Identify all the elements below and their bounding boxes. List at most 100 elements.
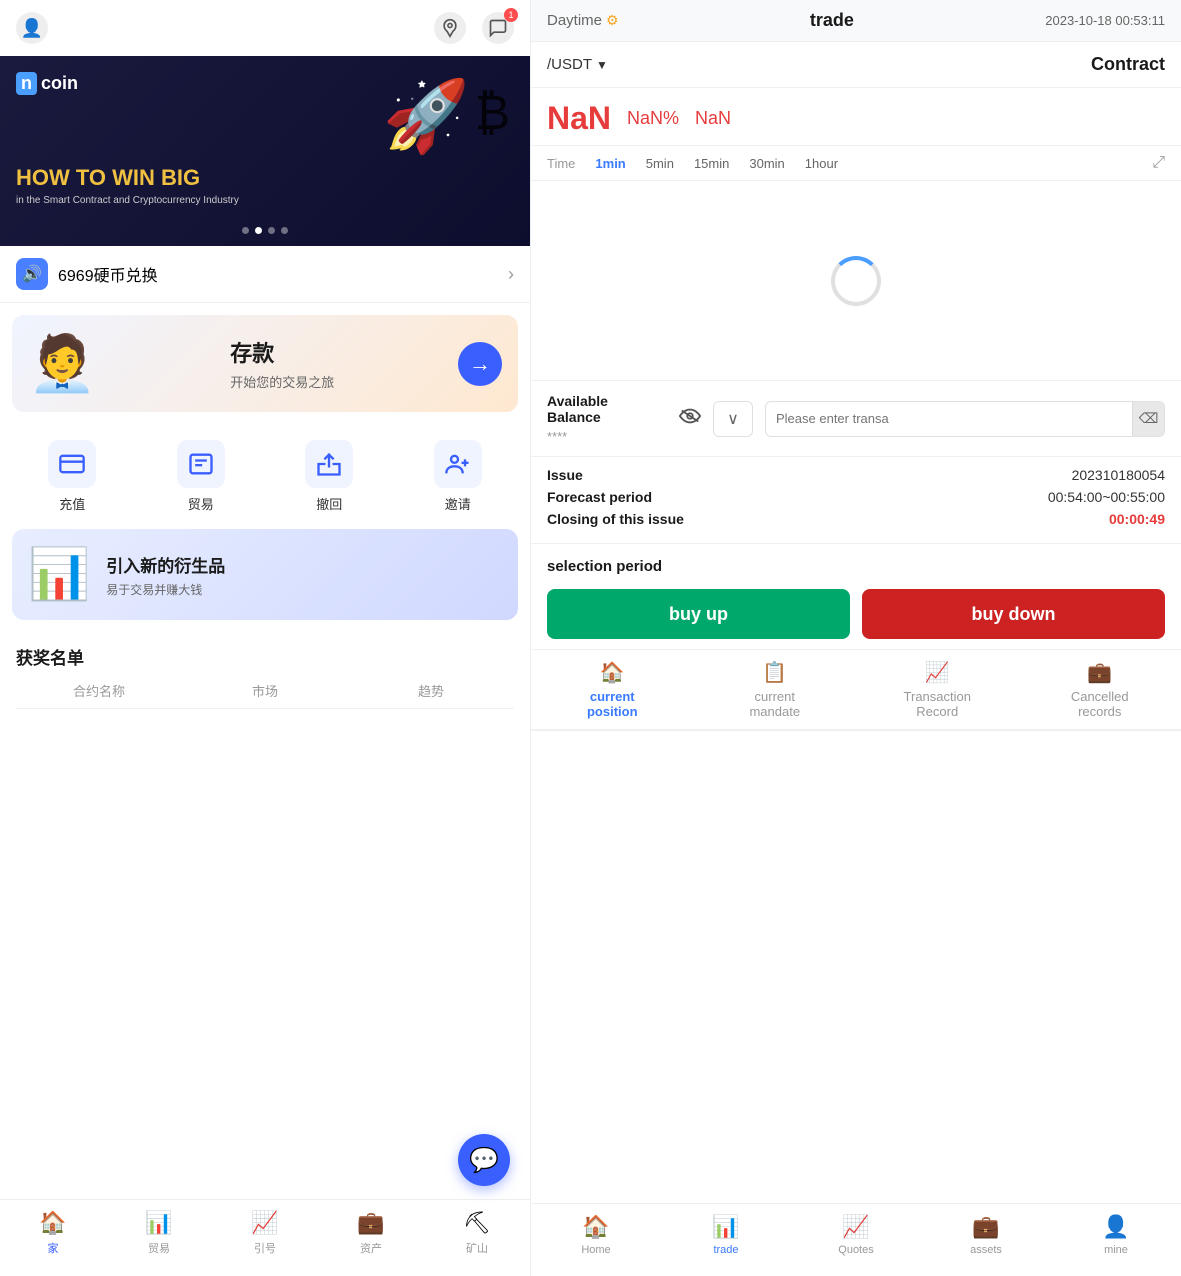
selection-section: selection period buy up buy down xyxy=(531,544,1181,650)
right-nav-trade[interactable]: 📊 trade xyxy=(661,1214,791,1256)
banner-rocket: 🚀 xyxy=(383,76,470,158)
closing-row: Closing of this issue 00:00:49 xyxy=(547,511,1165,527)
time-tabs: Time 1min 5min 15min 30min 1hour ⤢ xyxy=(531,146,1181,181)
banner-text: HOW TO WIN BIG in the Smart Contract and… xyxy=(16,165,239,206)
bitcoin-icon: ₿ xyxy=(474,86,510,141)
col-trend: 趋势 xyxy=(348,681,514,700)
right-quotes-label: Quotes xyxy=(838,1244,873,1256)
deposit-card-text: 存款 开始您的交易之旅 xyxy=(230,336,334,391)
trade-header: /USDT ▼ Contract xyxy=(531,42,1181,88)
float-chat-button[interactable]: 💬 xyxy=(458,1134,510,1186)
left-nav-signals[interactable]: 📈 引号 xyxy=(212,1210,318,1256)
right-mine-label: mine xyxy=(1104,1244,1128,1256)
left-nav-trade[interactable]: 📊 贸易 xyxy=(106,1210,212,1256)
position-tab-label: currentposition xyxy=(587,689,638,719)
tab-transaction-record[interactable]: 📈 TransactionRecord xyxy=(856,660,1019,729)
input-clear-button[interactable]: ⌫ xyxy=(1132,401,1164,437)
left-nav-assets[interactable]: 💼 资产 xyxy=(318,1210,424,1256)
left-nav-home[interactable]: 🏠 家 xyxy=(0,1210,106,1256)
right-nav-assets[interactable]: 💼 assets xyxy=(921,1214,1051,1256)
right-quotes-icon: 📈 xyxy=(842,1214,869,1240)
time-label: Time xyxy=(547,156,575,171)
col-market: 市场 xyxy=(182,681,348,700)
selection-title: selection period xyxy=(547,558,1165,575)
right-trade-label: trade xyxy=(713,1244,738,1256)
cancelled-tab-icon: 💼 xyxy=(1087,660,1112,685)
nav-recharge[interactable]: 充值 xyxy=(48,440,96,513)
forecast-label: Forecast period xyxy=(547,489,652,505)
mine-label: 矿山 xyxy=(466,1240,488,1256)
cancelled-tab-label: Cancelledrecords xyxy=(1071,689,1129,719)
issue-value: 202310180054 xyxy=(1072,467,1165,483)
sun-icon: ⚙ xyxy=(606,12,619,29)
derivatives-illustration: 📊 xyxy=(28,545,90,604)
assets-label: 资产 xyxy=(360,1240,382,1256)
price-secondary-value: NaN xyxy=(695,108,731,129)
expand-chart-icon[interactable]: ⤢ xyxy=(1152,154,1165,172)
right-assets-icon: 💼 xyxy=(972,1214,999,1240)
nav-icons-row: 充值 贸易 撤回 xyxy=(0,424,530,529)
left-panel: 👤 1 n coin HOW TO WIN BIG in the Sm xyxy=(0,0,530,1276)
trade-nav-label: 贸易 xyxy=(148,1240,170,1256)
tab-30min[interactable]: 30min xyxy=(749,156,784,171)
banner: n coin HOW TO WIN BIG in the Smart Contr… xyxy=(0,56,530,246)
issue-info: Issue 202310180054 Forecast period 00:54… xyxy=(531,457,1181,544)
user-avatar[interactable]: 👤 xyxy=(16,12,48,44)
right-panel: Daytime ⚙ trade 2023-10-18 00:53:11 /USD… xyxy=(530,0,1181,1276)
price-display: NaN NaN% NaN xyxy=(531,88,1181,146)
daytime-label: Daytime xyxy=(547,12,602,29)
nav-trade[interactable]: 贸易 xyxy=(177,440,225,513)
tab-current-position[interactable]: 🏠 currentposition xyxy=(531,660,694,729)
tab-5min[interactable]: 5min xyxy=(646,156,674,171)
derivatives-banner[interactable]: 📊 引入新的衍生品 易于交易并赚大钱 xyxy=(12,529,518,620)
trade-label: 贸易 xyxy=(188,494,214,513)
announcement-bar[interactable]: 🔊 6969硬币兑换 › xyxy=(0,246,530,303)
dot-1[interactable] xyxy=(242,227,249,234)
right-trade-icon: 📊 xyxy=(712,1214,739,1240)
right-nav-home[interactable]: 🏠 Home xyxy=(531,1214,661,1256)
tab-cancelled-records[interactable]: 💼 Cancelledrecords xyxy=(1019,660,1181,729)
recharge-label: 充值 xyxy=(59,494,85,513)
tab-current-mandate[interactable]: 📋 currentmandate xyxy=(694,660,857,729)
right-bottom-nav: 🏠 Home 📊 trade 📈 Quotes 💼 assets 👤 mine xyxy=(531,1203,1181,1276)
buy-up-button[interactable]: buy up xyxy=(547,589,850,639)
position-tabs: 🏠 currentposition 📋 currentmandate 📈 Tra… xyxy=(531,650,1181,731)
mandate-tab-icon: 📋 xyxy=(762,660,787,685)
deposit-card[interactable]: 🧑‍💼 存款 开始您的交易之旅 → xyxy=(12,315,518,412)
issue-label: Issue xyxy=(547,467,583,483)
nav-invite[interactable]: 邀请 xyxy=(434,440,482,513)
chat-icon[interactable]: 1 xyxy=(482,12,514,44)
tab-15min[interactable]: 15min xyxy=(694,156,729,171)
banner-headline2: in the Smart Contract and Cryptocurrency… xyxy=(16,195,239,206)
tab-1hour[interactable]: 1hour xyxy=(805,156,838,171)
winners-title: 获奖名单 xyxy=(16,644,514,669)
left-nav-mine[interactable]: ⛏ 矿山 xyxy=(424,1210,530,1256)
dot-4[interactable] xyxy=(281,227,288,234)
right-nav-quotes[interactable]: 📈 Quotes xyxy=(791,1214,921,1256)
deposit-arrow-button[interactable]: → xyxy=(458,342,502,386)
buy-down-button[interactable]: buy down xyxy=(862,589,1165,639)
right-mine-icon: 👤 xyxy=(1102,1214,1129,1240)
signals-icon: 📈 xyxy=(251,1210,278,1236)
withdraw-label: 撤回 xyxy=(316,494,342,513)
trade-icon-box xyxy=(177,440,225,488)
balance-eye-icon[interactable] xyxy=(679,408,701,429)
pair-selector[interactable]: /USDT ▼ xyxy=(547,56,608,73)
announcement-arrow[interactable]: › xyxy=(508,264,514,285)
nav-withdraw[interactable]: 撤回 xyxy=(305,440,353,513)
right-assets-label: assets xyxy=(970,1244,1002,1256)
closing-value: 00:00:49 xyxy=(1109,511,1165,527)
dot-2[interactable] xyxy=(255,227,262,234)
withdraw-icon-box xyxy=(305,440,353,488)
transaction-input[interactable] xyxy=(766,411,1132,426)
download-icon[interactable] xyxy=(434,12,466,44)
price-pct-value: NaN% xyxy=(627,108,679,129)
pair-dropdown-icon: ▼ xyxy=(596,58,608,72)
right-nav-mine[interactable]: 👤 mine xyxy=(1051,1214,1181,1256)
invite-icon-box xyxy=(434,440,482,488)
dot-3[interactable] xyxy=(268,227,275,234)
tab-1min[interactable]: 1min xyxy=(595,156,625,171)
mandate-tab-label: currentmandate xyxy=(749,689,800,719)
record-tab-label: TransactionRecord xyxy=(904,689,971,719)
balance-dropdown-button[interactable]: ∨ xyxy=(713,401,753,437)
